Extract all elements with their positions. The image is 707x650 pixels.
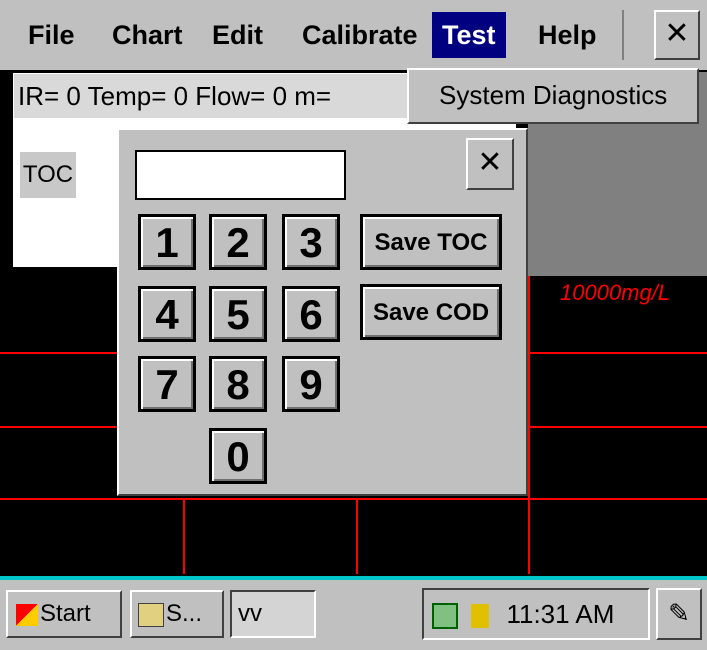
power-plug-icon[interactable] xyxy=(471,604,490,629)
key-4[interactable]: 4 xyxy=(138,286,196,342)
start-button[interactable]: Start xyxy=(6,590,122,638)
save-toc-button[interactable]: Save TOC xyxy=(360,214,502,270)
desktop-icon: ✎ xyxy=(668,598,690,628)
taskbar-button-label: vv xyxy=(238,600,262,627)
close-icon: ✕ xyxy=(664,17,690,50)
key-6[interactable]: 6 xyxy=(282,286,340,342)
chart-gridline xyxy=(528,276,530,574)
explorer-task-icon xyxy=(138,602,164,627)
key-1[interactable]: 1 xyxy=(138,214,196,270)
menu-item-system-diagnostics[interactable]: System Diagnostics xyxy=(439,80,667,110)
taskbar-button-vv[interactable]: vv xyxy=(230,590,316,638)
window-close-button[interactable]: ✕ xyxy=(654,10,700,60)
chart-scale-label: 10000mg/L xyxy=(560,280,671,305)
clock-time[interactable]: 11:31 AM xyxy=(506,599,614,629)
menu-help[interactable]: Help xyxy=(528,12,607,58)
dialog-close-button[interactable]: ✕ xyxy=(466,138,514,190)
status-readout: IR= 0 Temp= 0 Flow= 0 m= xyxy=(14,74,409,118)
start-flag-icon xyxy=(16,603,38,626)
taskbar-button-label: S... xyxy=(166,600,203,627)
key-7[interactable]: 7 xyxy=(138,356,196,412)
key-9[interactable]: 9 xyxy=(282,356,340,412)
menu-bar: File Chart Edit Calibrate Test Help xyxy=(0,0,707,70)
menu-test[interactable]: Test xyxy=(432,12,506,58)
chart-gridline xyxy=(356,500,358,574)
menu-file[interactable]: File xyxy=(18,12,85,58)
show-desktop-button[interactable]: ✎ xyxy=(656,588,702,640)
key-0[interactable]: 0 xyxy=(209,428,267,484)
system-tray: 11:31 AM xyxy=(422,588,650,640)
menu-calibrate[interactable]: Calibrate xyxy=(292,12,428,58)
key-3[interactable]: 3 xyxy=(282,214,340,270)
close-icon: ✕ xyxy=(477,146,503,179)
chart-gridline xyxy=(0,498,707,500)
key-8[interactable]: 8 xyxy=(209,356,267,412)
menu-chart[interactable]: Chart xyxy=(102,12,193,58)
taskbar-button-explorer[interactable]: S... xyxy=(130,590,224,638)
key-2[interactable]: 2 xyxy=(209,214,267,270)
key-5[interactable]: 5 xyxy=(209,286,267,342)
toc-label: TOC xyxy=(20,152,76,198)
start-label: Start xyxy=(40,600,91,627)
value-input[interactable] xyxy=(135,150,346,200)
network-icon[interactable] xyxy=(432,603,458,630)
test-menu-dropdown: System Diagnostics xyxy=(407,68,699,124)
menu-edit[interactable]: Edit xyxy=(202,12,273,58)
chart-gridline xyxy=(183,500,185,574)
save-cod-button[interactable]: Save COD xyxy=(360,284,502,340)
menu-divider xyxy=(622,10,624,60)
